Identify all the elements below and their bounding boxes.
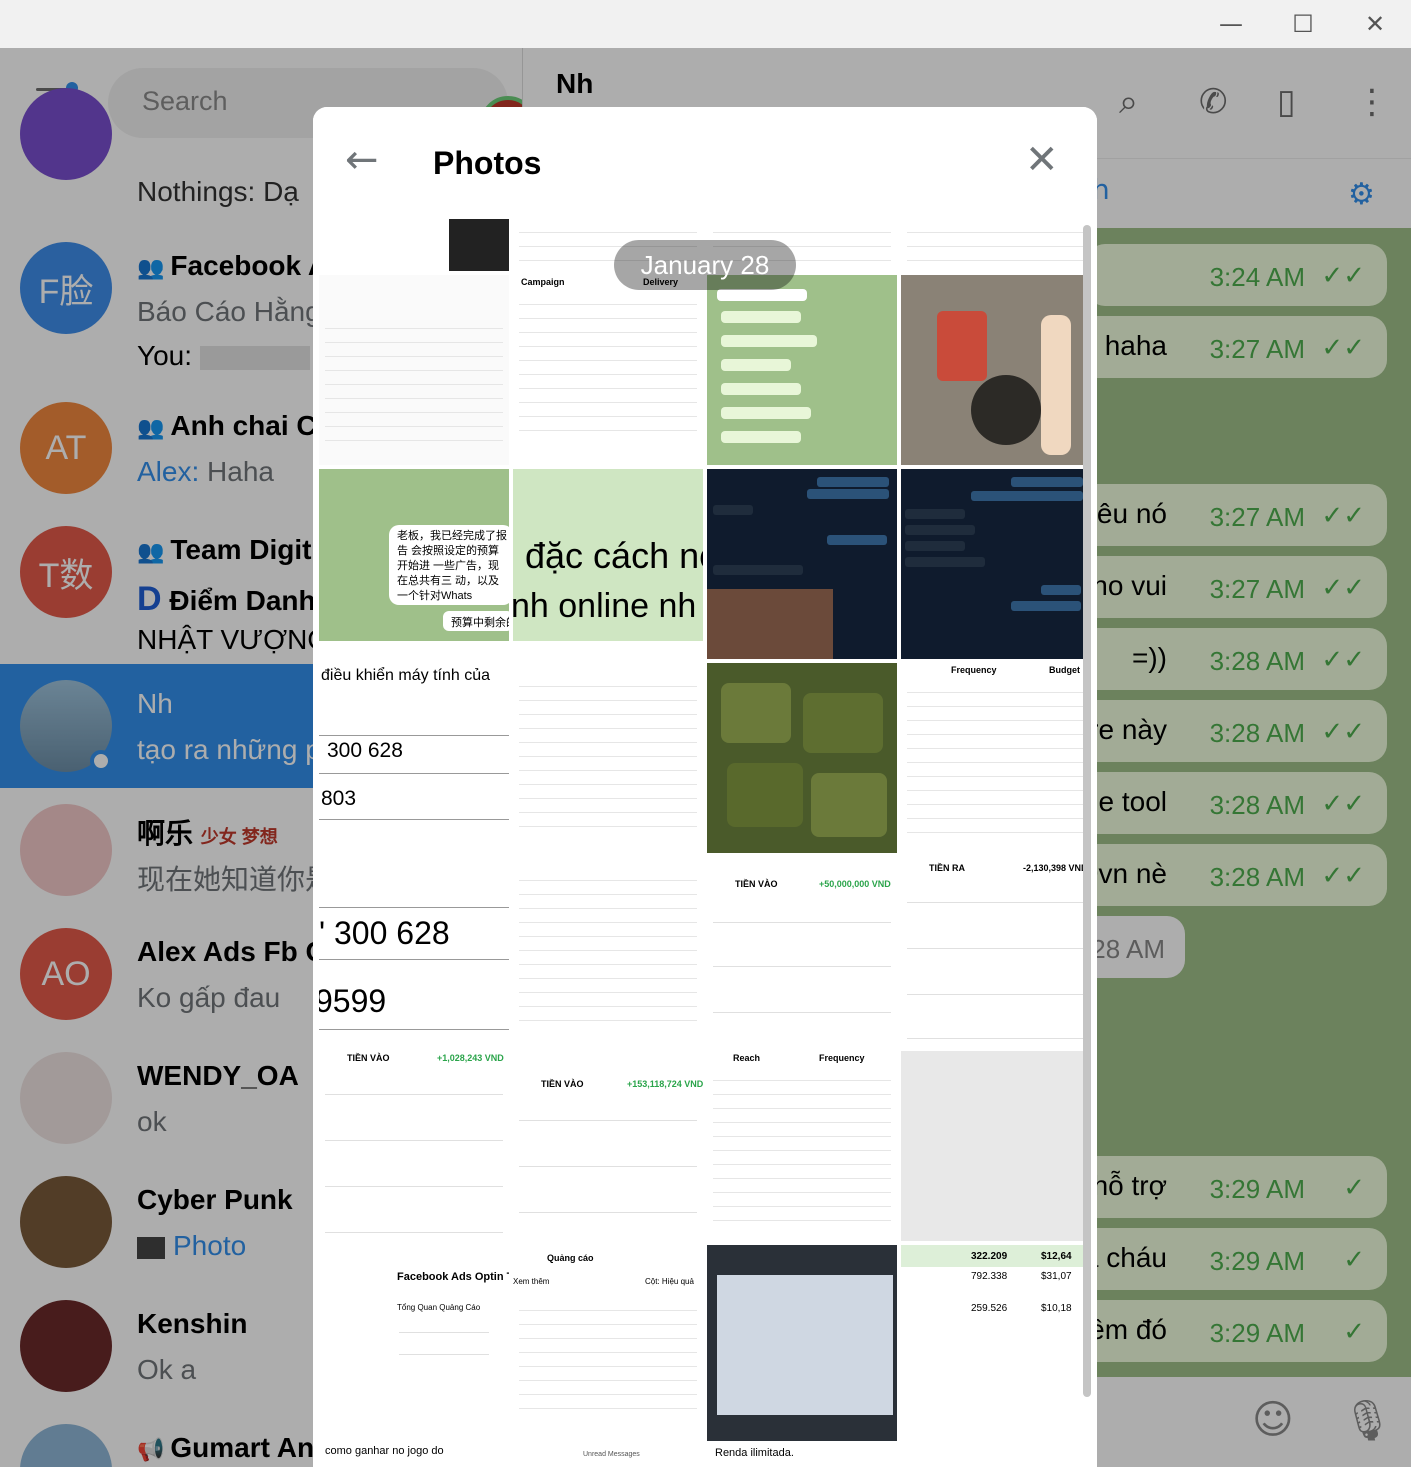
photo-thumbnail[interactable]: [319, 275, 509, 465]
thumb-caption: 792.338: [971, 1271, 1008, 1282]
thumb-caption: Frequency: [819, 1053, 865, 1063]
thumb-caption: Renda ilimitada.: [715, 1447, 794, 1459]
photo-thumbnail[interactable]: Facebook Ads Optin Tool Tổng Quan Quảng …: [319, 1245, 509, 1467]
thumb-caption: đặc cách nó: [525, 535, 703, 576]
photos-grid: Campaign Delivery 老板，我已经完成了报告 会按照设定的预算开始…: [319, 219, 1089, 1467]
photo-thumbnail[interactable]: Renda ilimitada.: [707, 1245, 897, 1467]
thumb-caption: Tổng Quan Quảng Cáo: [397, 1303, 481, 1312]
thumb-caption: +50,000,000 VND: [819, 879, 891, 889]
photo-thumbnail[interactable]: [901, 275, 1089, 465]
date-label: January 28: [614, 240, 796, 290]
photos-title: Photos: [433, 145, 542, 181]
thumb-caption: TIỀN RA: [929, 863, 965, 873]
minimize-button[interactable]: —: [1195, 0, 1267, 48]
photo-thumbnail[interactable]: TIỀN VÀO +50,000,000 VND: [707, 857, 897, 1047]
thumb-caption: -2,130,398 VND: [1023, 863, 1088, 873]
photo-thumbnail[interactable]: ' 300 628 9599: [319, 857, 509, 1047]
thumb-caption: Budget: [1049, 665, 1080, 675]
thumb-caption: Facebook Ads Optin Tool: [397, 1271, 509, 1283]
thumb-caption: 259.526: [971, 1303, 1008, 1314]
photo-thumbnail[interactable]: 老板，我已经完成了报告 会按照设定的预算开始进 一些广告，现在总共有三 动，以及…: [319, 469, 509, 641]
thumb-caption: como ganhar no jogo do: [325, 1445, 444, 1457]
photo-thumbnail[interactable]: TIỀN VÀO +153,118,724 VND: [513, 1051, 703, 1241]
photo-thumbnail[interactable]: [513, 663, 703, 853]
photo-thumbnail[interactable]: điều khiển máy tính của 300 628 803: [319, 663, 509, 853]
thumb-caption: Campaign: [521, 277, 565, 287]
thumb-caption: nh online nh: [513, 587, 697, 625]
photo-thumbnail[interactable]: [707, 275, 897, 465]
close-window-button[interactable]: ✕: [1339, 0, 1411, 48]
thumb-caption: Reach: [733, 1053, 761, 1063]
thumb-caption: +1,028,243 VND: [437, 1053, 504, 1063]
photo-thumbnail[interactable]: 322.209 $12,64 792.338 $31,07 259.526 $1…: [901, 1245, 1089, 1467]
maximize-button[interactable]: ☐: [1267, 0, 1339, 48]
thumb-caption: 322.209: [971, 1251, 1008, 1262]
thumb-caption: TIỀN VÀO: [541, 1079, 584, 1089]
photo-thumbnail[interactable]: [901, 1051, 1089, 1241]
photo-thumbnail[interactable]: [319, 219, 509, 271]
window-titlebar: — ☐ ✕: [0, 0, 1411, 48]
thumb-caption: $10,18: [1041, 1303, 1072, 1314]
photo-thumbnail[interactable]: [901, 219, 1089, 271]
close-icon[interactable]: ✕: [1025, 137, 1059, 183]
thumb-caption: Cột: Hiệu quả: [645, 1277, 694, 1286]
photo-thumbnail[interactable]: TIỀN VÀO +1,028,243 VND: [319, 1051, 509, 1241]
thumb-caption: TIỀN VÀO: [735, 879, 778, 889]
photos-modal-header: ← Photos ✕: [313, 107, 1097, 219]
thumb-caption: 老板，我已经完成了报告 会按照设定的预算开始进 一些广告，现在总共有三 动，以及…: [397, 530, 507, 602]
thumb-caption: Frequency: [951, 665, 997, 675]
photo-thumbnail[interactable]: TIỀN RA -2,130,398 VND: [901, 857, 1089, 1047]
photo-thumbnail[interactable]: [707, 663, 897, 853]
photo-thumbnail[interactable]: Campaign Delivery: [513, 275, 703, 465]
thumb-caption: Quảng cáo: [547, 1253, 594, 1263]
photo-thumbnail[interactable]: [513, 857, 703, 1047]
thumb-caption: ' 300 628: [319, 915, 450, 951]
photo-thumbnail[interactable]: Frequency Budget: [901, 663, 1089, 853]
thumb-caption: 300 628: [327, 739, 403, 762]
thumb-caption: $31,07: [1041, 1271, 1072, 1282]
photo-thumbnail[interactable]: [707, 469, 897, 659]
photo-thumbnail[interactable]: [901, 469, 1089, 659]
thumb-caption: điều khiển máy tính của: [321, 667, 490, 684]
scrollbar[interactable]: [1083, 225, 1091, 1397]
thumb-caption: Xem thêm: [513, 1277, 550, 1286]
photo-thumbnail[interactable]: Reach Frequency: [707, 1051, 897, 1241]
thumb-caption: $12,64: [1041, 1251, 1072, 1262]
thumb-caption: +153,118,724 VND: [627, 1079, 703, 1089]
thumb-caption: Unread Messages: [583, 1451, 640, 1458]
thumb-caption: 803: [321, 787, 357, 810]
photo-thumbnail[interactable]: Quảng cáo Xem thêm Cột: Hiệu quả Unread …: [513, 1245, 703, 1467]
photo-thumbnail[interactable]: đặc cách nó nh online nh: [513, 469, 703, 641]
photos-modal: ← Photos ✕ Campaign Delivery 老板，我已经完成了报告…: [313, 107, 1097, 1467]
thumb-caption: 预算中剩余的: [451, 617, 509, 629]
back-arrow-icon[interactable]: ←: [345, 137, 379, 183]
thumb-caption: 9599: [319, 983, 387, 1019]
thumb-caption: TIỀN VÀO: [347, 1053, 390, 1063]
